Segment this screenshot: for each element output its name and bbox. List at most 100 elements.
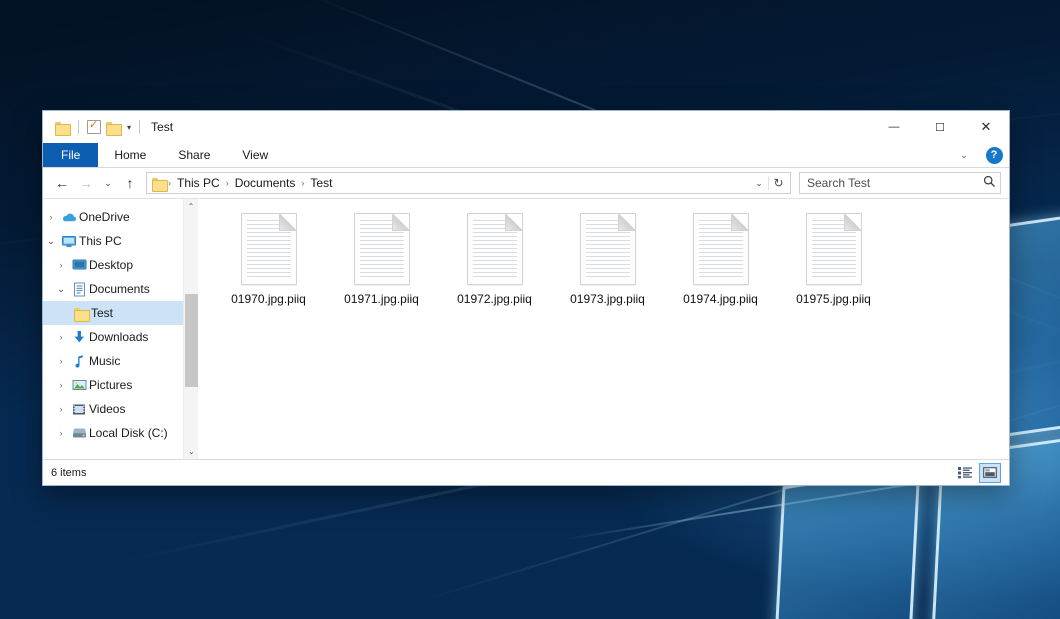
back-button[interactable]: ← — [51, 172, 73, 194]
file-name: 01974.jpg.piiq — [683, 292, 758, 306]
window-controls: — ☐ ✕ — [871, 111, 1009, 143]
scroll-down-arrow-icon[interactable]: ⌄ — [184, 444, 198, 459]
generic-file-icon — [354, 213, 410, 285]
logo-pane — [772, 467, 920, 619]
search-box[interactable]: Search Test — [799, 172, 1001, 194]
tab-view[interactable]: View — [226, 143, 284, 167]
sidebar-item-pictures[interactable]: › Pictures — [43, 373, 198, 397]
toolbar-divider — [139, 120, 140, 134]
disk-icon — [69, 427, 89, 439]
up-button[interactable]: ↑ — [119, 172, 141, 194]
generic-file-icon — [693, 213, 749, 285]
file-item[interactable]: 01971.jpg.piiq — [325, 209, 438, 306]
chevron-down-icon[interactable]: ⌄ — [53, 284, 69, 295]
recent-locations-chevron-down-icon[interactable]: ⌄ — [99, 172, 117, 194]
generic-file-icon — [241, 213, 297, 285]
toolbar-divider — [78, 120, 79, 134]
chevron-right-icon[interactable]: › — [43, 212, 59, 222]
expand-ribbon-chevron-down-icon[interactable]: ⌄ — [949, 143, 979, 167]
help-button[interactable]: ? — [979, 143, 1009, 167]
video-icon — [69, 403, 89, 416]
monitor-icon — [59, 235, 79, 248]
folder-icon[interactable] — [55, 121, 70, 134]
scrollbar-thumb[interactable] — [185, 294, 198, 387]
ribbon-tab-bar: File Home Share View ⌄ ? — [43, 143, 1009, 168]
sidebar-item-label: Local Disk (C:) — [89, 426, 168, 440]
tab-share[interactable]: Share — [162, 143, 226, 167]
chevron-right-icon[interactable]: › — [53, 404, 69, 414]
chevron-right-icon[interactable]: › — [53, 260, 69, 270]
sidebar-item-label: Music — [89, 354, 120, 368]
file-name: 01970.jpg.piiq — [231, 292, 306, 306]
file-item[interactable]: 01970.jpg.piiq — [212, 209, 325, 306]
large-icons-view-button[interactable] — [979, 463, 1001, 483]
explorer-body: › OneDrive ⌄ This PC — [43, 199, 1009, 459]
sidebar-item-label: This PC — [79, 234, 122, 248]
sidebar-item-this-pc[interactable]: ⌄ This PC — [43, 229, 198, 253]
sidebar-item-label: Desktop — [89, 258, 133, 272]
sidebar-item-music[interactable]: › Music — [43, 349, 198, 373]
document-icon — [69, 282, 89, 297]
folder-icon — [71, 307, 91, 320]
scroll-up-arrow-icon[interactable]: ⌃ — [184, 199, 198, 214]
file-item[interactable]: 01974.jpg.piiq — [664, 209, 777, 306]
desktop: ▾ Test — ☐ ✕ File Home Share View ⌄ ? — [0, 0, 1060, 619]
title-bar: ▾ Test — ☐ ✕ — [43, 111, 1009, 143]
chevron-right-icon[interactable]: › — [53, 356, 69, 366]
details-view-button[interactable] — [954, 463, 976, 483]
breadcrumb-this-pc[interactable]: This PC — [172, 176, 225, 190]
chevron-right-icon[interactable]: › — [53, 380, 69, 390]
search-input[interactable]: Search Test — [807, 176, 983, 190]
generic-file-icon — [580, 213, 636, 285]
sidebar-item-label: Test — [91, 306, 113, 320]
address-bar[interactable]: › This PC › Documents › Test ⌄ ↻ — [146, 172, 791, 194]
sidebar-item-test[interactable]: Test — [43, 301, 198, 325]
file-list-view[interactable]: 01970.jpg.piiq 01971.jpg.piiq 01972.jpg.… — [198, 199, 1009, 459]
ribbon-spacer — [284, 143, 949, 167]
sidebar-item-videos[interactable]: › Videos — [43, 397, 198, 421]
picture-icon — [69, 379, 89, 391]
properties-icon[interactable] — [87, 120, 101, 134]
sidebar-item-label: Downloads — [89, 330, 148, 344]
file-name: 01971.jpg.piiq — [344, 292, 419, 306]
tab-home[interactable]: Home — [98, 143, 162, 167]
sidebar-item-label: Documents — [89, 282, 150, 296]
sidebar-item-label: OneDrive — [79, 210, 130, 224]
close-button[interactable]: ✕ — [963, 111, 1009, 143]
breadcrumb-test[interactable]: Test — [305, 176, 337, 190]
address-folder-icon — [152, 177, 167, 190]
sidebar-item-downloads[interactable]: › Downloads — [43, 325, 198, 349]
navigation-pane: › OneDrive ⌄ This PC — [43, 199, 198, 459]
search-icon[interactable] — [983, 175, 996, 191]
desktop-icon — [69, 259, 89, 271]
maximize-button[interactable]: ☐ — [917, 111, 963, 143]
tab-file[interactable]: File — [43, 143, 98, 167]
item-count-label: 6 items — [51, 467, 86, 479]
navigation-pane-scrollbar[interactable]: ⌃ ⌄ — [183, 199, 198, 459]
minimize-button[interactable]: — — [871, 111, 917, 143]
file-item[interactable]: 01973.jpg.piiq — [551, 209, 664, 306]
sidebar-item-onedrive[interactable]: › OneDrive — [43, 205, 198, 229]
chevron-down-icon[interactable]: ▾ — [127, 123, 131, 132]
forward-button[interactable]: → — [75, 172, 97, 194]
quick-access-toolbar: ▾ — [43, 120, 143, 134]
new-folder-icon[interactable] — [106, 121, 121, 134]
music-icon — [69, 354, 89, 368]
breadcrumb-documents[interactable]: Documents — [230, 176, 301, 190]
generic-file-icon — [467, 213, 523, 285]
chevron-right-icon[interactable]: › — [53, 428, 69, 438]
address-dropdown-chevron-down-icon[interactable]: ⌄ — [750, 178, 768, 189]
refresh-icon[interactable]: ↻ — [768, 176, 788, 190]
chevron-right-icon[interactable]: › — [53, 332, 69, 342]
file-item[interactable]: 01972.jpg.piiq — [438, 209, 551, 306]
file-item[interactable]: 01975.jpg.piiq — [777, 209, 890, 306]
sidebar-item-desktop[interactable]: › Desktop — [43, 253, 198, 277]
question-mark-icon: ? — [986, 147, 1003, 164]
sidebar-item-local-disk-c[interactable]: › Local Disk (C:) — [43, 421, 198, 445]
download-icon — [69, 330, 89, 344]
cloud-icon — [59, 211, 79, 223]
sidebar-item-label: Pictures — [89, 378, 132, 392]
sidebar-item-documents[interactable]: ⌄ Documents — [43, 277, 198, 301]
chevron-down-icon[interactable]: ⌄ — [43, 236, 59, 247]
file-name: 01975.jpg.piiq — [796, 292, 871, 306]
